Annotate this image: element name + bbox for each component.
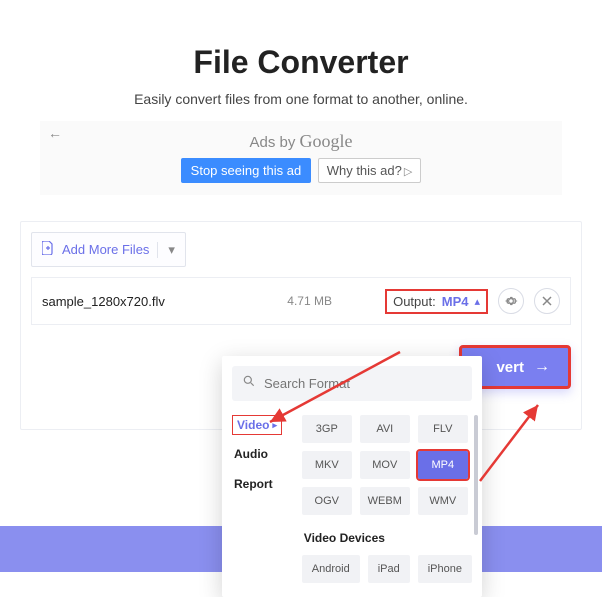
convert-label: vert <box>496 359 524 376</box>
page-title: File Converter <box>0 44 602 81</box>
format-mp4[interactable]: MP4 <box>418 451 468 479</box>
gear-icon <box>504 294 518 308</box>
why-this-ad-button[interactable]: Why this ad?▷ <box>318 158 422 183</box>
format-dropdown: Video ▸ Audio Report 3GP AVI FLV MKV MOV MP4 O… <box>222 356 482 597</box>
device-iphone[interactable]: iPhone <box>418 555 472 583</box>
arrow-right-icon: → <box>534 358 550 376</box>
category-list: Video ▸ Audio Report <box>232 415 292 583</box>
output-format-selector[interactable]: Output: MP4 ▴ <box>385 289 488 314</box>
play-icon: ▷ <box>404 166 412 178</box>
scrollbar[interactable] <box>474 415 478 535</box>
format-webm[interactable]: WEBM <box>360 487 410 515</box>
device-ipad[interactable]: iPad <box>368 555 410 583</box>
file-row: sample_1280x720.flv 4.71 MB Output: MP4 … <box>31 277 571 325</box>
search-format-box[interactable] <box>232 366 472 401</box>
device-android[interactable]: Android <box>302 555 360 583</box>
file-icon <box>42 241 54 258</box>
ads-by-prefix: Ads by <box>249 134 299 151</box>
page-subtitle: Easily convert files from one format to … <box>0 91 602 107</box>
close-icon <box>541 295 553 307</box>
format-wmv[interactable]: WMV <box>418 487 468 515</box>
format-ogv[interactable]: OGV <box>302 487 352 515</box>
stop-seeing-ad-button[interactable]: Stop seeing this ad <box>181 158 312 183</box>
format-mov[interactable]: MOV <box>360 451 410 479</box>
format-mkv[interactable]: MKV <box>302 451 352 479</box>
category-video-label: Video <box>237 418 269 432</box>
format-grid: 3GP AVI FLV MKV MOV MP4 OGV WEBM WMV <box>302 415 472 515</box>
ad-back-icon[interactable]: ← <box>48 125 62 141</box>
file-size: 4.71 MB <box>262 294 332 308</box>
ads-by-brand: Google <box>300 131 353 151</box>
category-audio[interactable]: Audio <box>232 443 292 465</box>
file-name: sample_1280x720.flv <box>42 294 262 309</box>
output-label: Output: <box>393 294 436 309</box>
category-video[interactable]: Video ▸ <box>232 415 282 435</box>
settings-button[interactable] <box>498 288 524 314</box>
video-devices-label: Video Devices <box>304 531 472 545</box>
remove-file-button[interactable] <box>534 288 560 314</box>
add-more-label: Add More Files <box>62 242 149 257</box>
category-report[interactable]: Report <box>232 473 292 495</box>
ads-by-label: Ads by Google <box>40 131 562 152</box>
device-row: Android iPad iPhone <box>302 555 472 583</box>
chevron-up-icon: ▴ <box>474 295 480 308</box>
add-more-files-button[interactable]: Add More Files ▾ <box>31 232 186 267</box>
ad-container: ← Ads by Google Stop seeing this ad Why … <box>40 121 562 195</box>
search-format-input[interactable] <box>264 376 462 391</box>
triangle-right-icon: ▸ <box>272 420 277 431</box>
format-3gp[interactable]: 3GP <box>302 415 352 443</box>
chevron-down-icon: ▾ <box>157 242 175 258</box>
search-icon <box>242 374 256 393</box>
format-flv[interactable]: FLV <box>418 415 468 443</box>
output-value: MP4 <box>442 294 469 309</box>
why-ad-label: Why this ad? <box>327 163 402 178</box>
format-avi[interactable]: AVI <box>360 415 410 443</box>
